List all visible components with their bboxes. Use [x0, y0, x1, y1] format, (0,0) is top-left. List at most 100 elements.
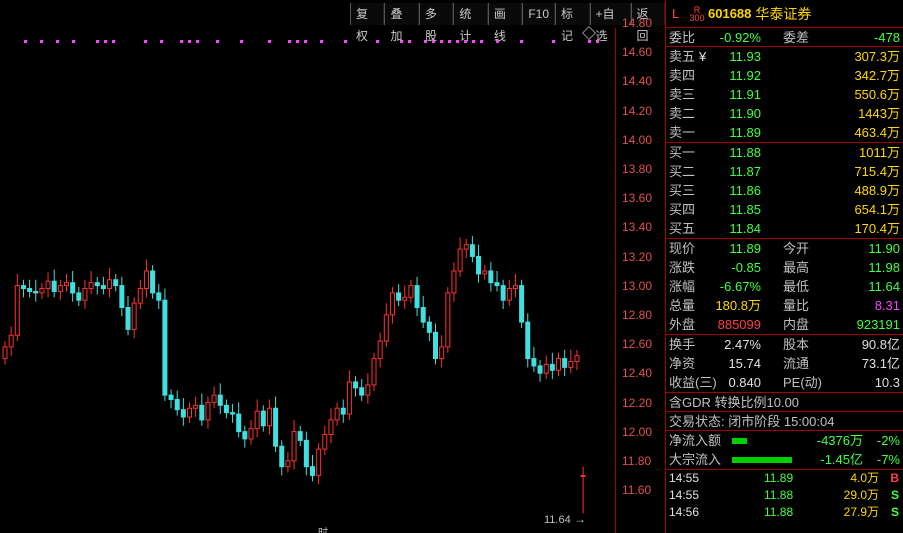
candle-body — [217, 394, 223, 406]
ask-row[interactable]: 卖三 11.91 550.6万 — [666, 85, 903, 104]
tick-volume: 27.9万 — [843, 505, 879, 519]
stock-header[interactable]: L R 300 601688 华泰证券 — [666, 0, 903, 28]
candle-body — [291, 431, 297, 462]
toolbar-button[interactable]: 画线 — [487, 3, 523, 43]
bid-label: 买四 — [669, 202, 696, 217]
price-axis: 14.80 14.60 14.40 14.20 14.00 13.80 13.60 13.40… — [615, 16, 665, 533]
bid-row[interactable]: 买二 11.87 715.4万 — [666, 162, 903, 181]
ask-row[interactable]: 卖五 ¥11.93 307.3万 — [666, 47, 903, 66]
order-ratio-row: 委比 -0.92% 委差 -478 — [666, 28, 903, 47]
candle-body — [82, 288, 88, 301]
signal-dot — [72, 40, 75, 43]
tick-row[interactable]: 14:55 11.88 29.0万 S — [666, 487, 903, 504]
stat-value-2: 11.98 — [868, 260, 900, 275]
ask-label: 卖一 — [669, 125, 696, 140]
toolbar-button[interactable]: 多股 — [418, 3, 454, 43]
signal-dot — [144, 40, 147, 43]
stat-value: 180.8万 — [715, 298, 761, 313]
candle-body — [125, 307, 131, 330]
candle-body — [260, 410, 266, 427]
price-axis-label: 11.80 — [622, 454, 652, 468]
gdr-text: 含GDR 转换比例10.00 — [669, 395, 800, 410]
stat-value-2: 11.64 — [868, 279, 900, 294]
candle-body — [14, 285, 20, 336]
stat-value-2: 923191 — [856, 317, 900, 332]
toolbar-button[interactable]: 叠加 — [384, 3, 419, 43]
toolbar-button[interactable]: 复权 — [350, 3, 385, 43]
bid-row[interactable]: 买三 11.86 488.9万 — [666, 181, 903, 200]
candle-body — [273, 407, 279, 447]
candle-body — [359, 387, 365, 396]
signal-dot — [40, 40, 43, 43]
fundamental-row: 净资 15.74 流通 73.1亿 — [666, 354, 903, 373]
ask-label: 卖四 — [669, 68, 696, 83]
candle-body — [57, 285, 63, 292]
fund-flow-value: -1.45亿 — [820, 452, 863, 467]
candle-body — [445, 292, 451, 348]
signal-dot — [296, 40, 299, 43]
candle-body — [457, 248, 463, 272]
fundamental-value-2: 90.8亿 — [861, 337, 900, 352]
candle-body — [340, 407, 346, 415]
candle-body — [439, 346, 445, 360]
ask-row[interactable]: 卖二 11.90 1443万 — [666, 104, 903, 123]
candle-body — [297, 431, 303, 441]
candle-body — [150, 270, 156, 294]
price-axis-label: 14.80 — [622, 16, 653, 30]
stat-value: -6.67% — [719, 279, 761, 294]
candle-body — [377, 340, 383, 360]
candle-body — [506, 288, 512, 301]
toolbar-button[interactable]: F10 — [522, 3, 556, 25]
tick-row[interactable]: 14:56 11.88 27.9万 S — [666, 504, 903, 521]
ratio-label: 委比 — [669, 30, 696, 45]
candle-body — [556, 358, 561, 371]
candle-body — [20, 285, 26, 290]
tick-time: 14:55 — [669, 471, 700, 485]
fund-flow-row: 大宗流入 -1.45亿 -7% — [666, 450, 903, 469]
fundamental-label-2: 流通 — [783, 356, 810, 371]
price-axis-label: 14.20 — [622, 103, 653, 118]
candle-body — [408, 285, 414, 298]
signal-dot — [344, 40, 347, 43]
level-badge: L — [672, 6, 680, 21]
signal-dot — [104, 40, 107, 43]
candle-body — [230, 412, 236, 415]
ask-price: 11.93 — [729, 49, 761, 64]
signal-dot — [112, 40, 115, 43]
ask-volume: 307.3万 — [854, 49, 900, 64]
kline-chart-area[interactable]: 复权 叠加 多股 统计 画线 F10 标记 +自选 返回 14.80 14.60 14.40 14.2… — [0, 0, 665, 533]
ask-row[interactable]: 卖四 11.92 342.7万 — [666, 66, 903, 85]
candle-body — [512, 285, 518, 290]
tick-price: 11.89 — [764, 471, 794, 485]
tick-price: 11.88 — [764, 505, 794, 519]
stat-value-2: 11.90 — [868, 241, 900, 256]
tick-list[interactable]: 14:55 11.89 4.0万 B 14:55 11.88 29.0万 S 14:56 11.8… — [666, 470, 903, 521]
candle-body — [131, 302, 137, 330]
low-price-label: 11.64 — [544, 514, 571, 526]
bid-row[interactable]: 买五 11.84 170.4万 — [666, 219, 903, 238]
signal-dot — [216, 40, 219, 43]
signal-dot — [96, 40, 99, 43]
fundamental-label-2: PE(动) — [783, 375, 823, 390]
candle-body — [402, 296, 408, 301]
kline-chart[interactable] — [0, 0, 615, 533]
bid-price: 11.84 — [729, 221, 761, 236]
stat-label: 现价 — [669, 241, 696, 256]
candle-body — [113, 279, 119, 287]
bid-row[interactable]: 买四 11.85 654.1万 — [666, 200, 903, 219]
candle-body — [199, 404, 205, 421]
candle-body — [500, 285, 506, 301]
bid-row[interactable]: 买一 11.88 1011万 — [666, 143, 903, 162]
stat-label-2: 内盘 — [783, 317, 810, 332]
fundamental-label: 净资 — [669, 356, 696, 371]
ask-row[interactable]: 卖一 11.89 463.4万 — [666, 123, 903, 142]
ratio-value: -0.92% — [719, 30, 761, 45]
fund-flow-pct: -2% — [876, 433, 900, 448]
candle-body — [525, 321, 531, 360]
tick-row[interactable]: 14:55 11.89 4.0万 B — [666, 470, 903, 487]
toolbar-button[interactable]: 标记 — [555, 3, 590, 43]
price-axis-label: 12.20 — [622, 395, 653, 410]
candle-body — [494, 282, 500, 287]
toolbar-button[interactable]: 统计 — [453, 3, 488, 43]
stat-row: 现价 11.89 今开 11.90 — [666, 239, 903, 258]
